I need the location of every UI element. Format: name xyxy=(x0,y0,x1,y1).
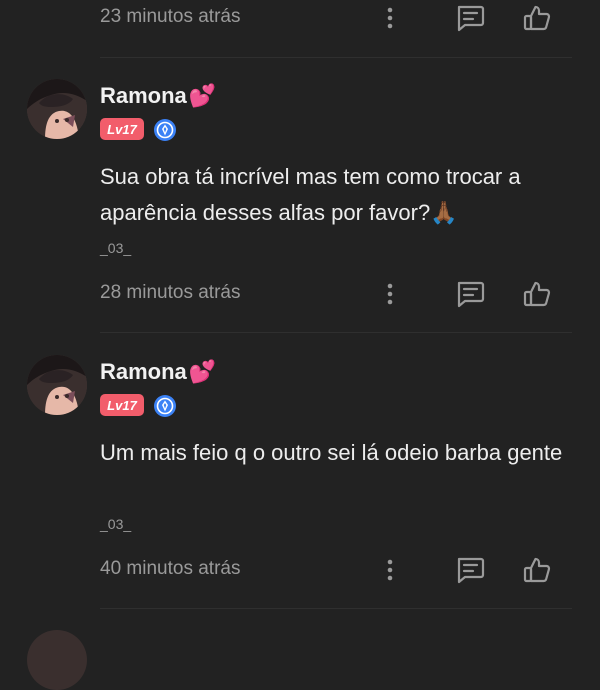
comment-item: Ramona💕 Lv17 Um mais feio q o outro sei … xyxy=(0,355,600,605)
heart-emoji: 💕 xyxy=(188,359,217,384)
divider xyxy=(100,332,572,333)
reply-button[interactable] xyxy=(452,552,488,588)
thumbs-up-icon xyxy=(523,5,551,31)
signature: _03_ xyxy=(100,240,132,256)
comment-footer: 28 minutos atrás xyxy=(0,276,600,312)
prev-comment-footer: 23 minutos atrás xyxy=(0,0,600,36)
username-text: Ramona xyxy=(100,83,187,108)
kebab-vertical-icon xyxy=(387,7,393,29)
reply-button[interactable] xyxy=(452,0,488,36)
like-button[interactable] xyxy=(519,276,555,312)
more-options-button[interactable] xyxy=(372,0,408,36)
comment-time: 28 minutos atrás xyxy=(100,282,241,303)
avatar[interactable] xyxy=(27,355,87,415)
blue-certified-badge-icon xyxy=(153,118,177,142)
like-button[interactable] xyxy=(519,0,555,36)
divider xyxy=(100,608,572,609)
message-square-icon xyxy=(457,557,485,584)
kebab-vertical-icon xyxy=(387,283,393,305)
comment-footer: 40 minutos atrás xyxy=(0,552,600,588)
username[interactable]: Ramona💕 xyxy=(100,83,216,109)
blue-certified-badge-icon xyxy=(153,394,177,418)
level-badge: Lv17 xyxy=(100,118,144,140)
username-text: Ramona xyxy=(100,359,187,384)
comment-item: Ramona💕 Lv17 Sua obra tá incrível mas te… xyxy=(0,79,600,329)
message-square-icon xyxy=(457,281,485,308)
username[interactable]: Ramona💕 xyxy=(100,359,216,385)
comment-time: 23 minutos atrás xyxy=(100,6,241,27)
like-button[interactable] xyxy=(519,552,555,588)
kebab-vertical-icon xyxy=(387,559,393,581)
signature: _03_ xyxy=(100,516,132,532)
comment-text: Sua obra tá incrível mas tem como trocar… xyxy=(100,164,521,225)
thumbs-up-icon xyxy=(523,281,551,307)
heart-emoji: 💕 xyxy=(188,83,217,108)
comment-time: 40 minutos atrás xyxy=(100,558,241,579)
avatar[interactable] xyxy=(27,79,87,139)
thumbs-up-icon xyxy=(523,557,551,583)
message-square-icon xyxy=(457,5,485,32)
level-badge: Lv17 xyxy=(100,394,144,416)
more-options-button[interactable] xyxy=(372,276,408,312)
more-options-button[interactable] xyxy=(372,552,408,588)
next-comment-avatar-peek xyxy=(27,630,87,690)
comment-text: Um mais feio q o outro sei lá odeio barb… xyxy=(100,440,563,465)
reply-button[interactable] xyxy=(452,276,488,312)
divider xyxy=(100,57,572,58)
